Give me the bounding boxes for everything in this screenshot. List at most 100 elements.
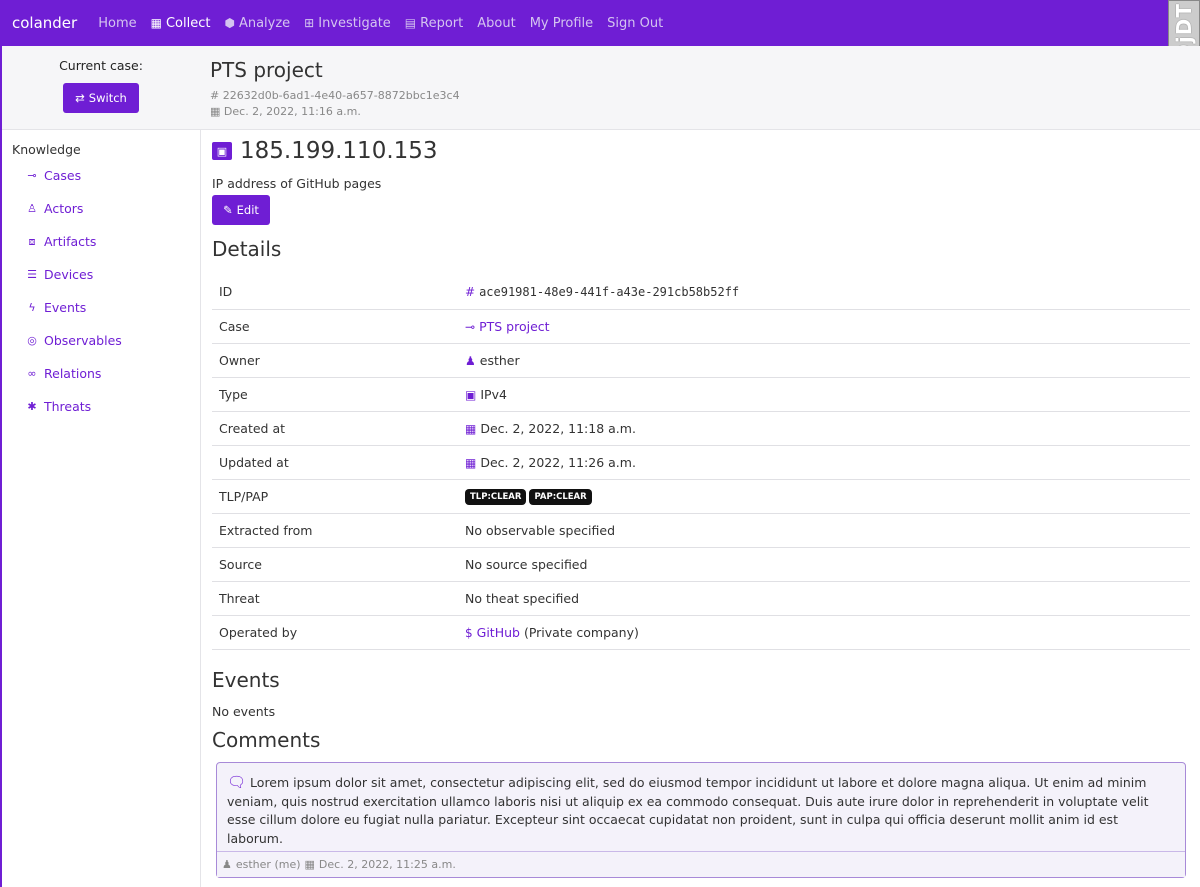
sidebar-item-actors[interactable]: ♙ Actors xyxy=(26,192,200,225)
details-heading: Details xyxy=(212,237,282,261)
sidebar-item-label: Artifacts xyxy=(44,234,97,249)
observable-id: ace91981-48e9-441f-a43e-291cb58b52ff xyxy=(479,285,740,300)
detail-value-source: No source specified xyxy=(458,547,1190,582)
table-row: Created at ▦ Dec. 2, 2022, 11:18 a.m. xyxy=(212,411,1190,446)
threat-icon: ✱ xyxy=(27,400,37,413)
nav-home-label: Home xyxy=(98,15,137,31)
comment-footer: ♟ esther (me) ▦ Dec. 2, 2022, 11:25 a.m. xyxy=(217,851,1185,877)
case-header: Current case: ⇄ Switch PTS project # 2263… xyxy=(2,46,1200,130)
table-row: Updated at ▦ Dec. 2, 2022, 11:26 a.m. xyxy=(212,445,1190,480)
hash-icon: # xyxy=(465,285,476,300)
detail-value-tlp: TLP:CLEAR PAP:CLEAR xyxy=(458,479,1190,514)
calendar-icon: ▦ xyxy=(465,421,477,436)
switch-case-button[interactable]: ⇄ Switch xyxy=(63,83,139,113)
sidebar-item-label: Observables xyxy=(44,333,122,348)
nav-signout-label: Sign Out xyxy=(607,15,664,31)
nav-report[interactable]: ▤ Report xyxy=(405,16,463,31)
table-row: Type ▣ IPv4 xyxy=(212,377,1190,412)
user-icon: ♟ xyxy=(465,353,476,368)
event-icon: ϟ xyxy=(28,301,36,314)
detail-key: Threat xyxy=(212,581,458,616)
nav-about-label: About xyxy=(477,15,516,31)
detail-value-operated: $ GitHub (Private company) xyxy=(458,615,1190,650)
edit-button[interactable]: ✎ Edit xyxy=(212,195,270,225)
cases-icon: ⊸ xyxy=(27,169,37,182)
hash-icon: # xyxy=(210,89,220,102)
case-id-row: # 22632d0b-6ad1-4e40-a657-8872bbc1e3c4 xyxy=(210,88,460,104)
nav-analyze[interactable]: ⬢ Analyze xyxy=(224,16,290,31)
dollar-icon: $ xyxy=(465,625,473,640)
case-meta: # 22632d0b-6ad1-4e40-a657-8872bbc1e3c4 ▦… xyxy=(210,88,460,120)
nav-about[interactable]: About xyxy=(477,16,515,31)
table-row: Case ⊸ PTS project xyxy=(212,309,1190,344)
cubes-icon: ⬢ xyxy=(224,16,235,30)
grid-icon: ▦ xyxy=(150,16,162,30)
sidebar-item-label: Relations xyxy=(44,366,102,381)
sidebar-item-threats[interactable]: ✱ Threats xyxy=(26,390,200,423)
sidebar-item-label: Cases xyxy=(44,168,82,183)
calendar-icon: ▦ xyxy=(304,858,315,871)
nav-investigate[interactable]: ⊞ Investigate xyxy=(304,16,391,31)
current-case-label: Current case: xyxy=(59,58,143,73)
sidebar: Knowledge ⊸ Cases ♙ Actors ⧈ Artifacts ☰ Dev… xyxy=(2,130,201,887)
nav-report-label: Report xyxy=(420,15,464,31)
sidebar-item-artifacts[interactable]: ⧈ Artifacts xyxy=(26,225,200,258)
table-row: Owner ♟ esther xyxy=(212,343,1190,378)
detail-key: Owner xyxy=(212,343,458,378)
edit-label: Edit xyxy=(236,203,259,217)
ip-address-icon: ▣ xyxy=(465,387,477,402)
main-content: ▣ 185.199.110.153 IP address of GitHub p… xyxy=(212,138,1190,650)
detail-key: Operated by xyxy=(212,615,458,650)
switch-icon: ⇄ xyxy=(75,91,85,105)
sidebar-item-observables[interactable]: ◎ Observables xyxy=(26,324,200,357)
nav-signout[interactable]: Sign Out xyxy=(607,16,663,31)
operator-name: GitHub xyxy=(476,624,520,640)
sidebar-heading: Knowledge xyxy=(12,142,81,157)
events-empty-text: No events xyxy=(212,704,276,719)
updated-date: Dec. 2, 2022, 11:26 a.m. xyxy=(480,454,636,470)
detail-value-owner: ♟ esther xyxy=(458,343,1190,378)
nav-profile[interactable]: My Profile xyxy=(530,16,593,31)
type-name: IPv4 xyxy=(480,386,507,402)
edit-icon: ✎ xyxy=(223,203,233,217)
details-table: ID # ace91981-48e9-441f-a43e-291cb58b52ff… xyxy=(212,275,1190,650)
detail-key: Updated at xyxy=(212,445,458,480)
calendar-icon: ▦ xyxy=(465,455,477,470)
sidebar-item-label: Threats xyxy=(44,399,92,414)
sidebar-item-events[interactable]: ϟ Events xyxy=(26,291,200,324)
nav-home[interactable]: Home xyxy=(98,16,136,31)
table-row: TLP/PAP TLP:CLEAR PAP:CLEAR xyxy=(212,479,1190,514)
sidebar-item-relations[interactable]: ∞ Relations xyxy=(26,357,200,390)
owner-name: esther xyxy=(479,352,520,368)
detail-value-created: ▦ Dec. 2, 2022, 11:18 a.m. xyxy=(458,411,1190,446)
brand-link[interactable]: colander xyxy=(12,14,77,32)
tlp-badge: TLP:CLEAR xyxy=(465,489,527,505)
comment-card: 🗨 Lorem ipsum dolor sit amet, consectetur… xyxy=(216,762,1186,878)
detail-value-id: # ace91981-48e9-441f-a43e-291cb58b52ff xyxy=(458,275,1190,310)
sidebar-item-devices[interactable]: ☰ Devices xyxy=(26,258,200,291)
nav-investigate-label: Investigate xyxy=(318,15,391,31)
case-date-row: ▦ Dec. 2, 2022, 11:16 a.m. xyxy=(210,104,460,120)
current-case-panel: Current case: ⇄ Switch xyxy=(2,46,200,130)
ip-address-icon: ▣ xyxy=(212,142,232,160)
detail-value-threat: No theat specified xyxy=(458,581,1190,616)
nav-collect[interactable]: ▦ Collect xyxy=(151,16,211,31)
case-date: Dec. 2, 2022, 11:16 a.m. xyxy=(223,105,361,118)
operator-link[interactable]: $ GitHub xyxy=(465,625,520,640)
nav-profile-label: My Profile xyxy=(529,15,594,31)
file-text-icon: ▤ xyxy=(404,16,417,30)
detail-key: TLP/PAP xyxy=(212,479,458,514)
detail-value-type: ▣ IPv4 xyxy=(458,377,1190,412)
artifact-icon: ⧈ xyxy=(28,234,36,248)
case-link[interactable]: ⊸ PTS project xyxy=(465,319,550,334)
user-icon: ♟ xyxy=(222,858,232,871)
sidebar-item-cases[interactable]: ⊸ Cases xyxy=(26,159,200,192)
detail-value-updated: ▦ Dec. 2, 2022, 11:26 a.m. xyxy=(458,445,1190,480)
observable-icon: ◎ xyxy=(27,334,37,347)
sitemap-icon: ⊞ xyxy=(304,16,315,30)
comment-author: esther (me) xyxy=(235,858,301,871)
detail-value-case: ⊸ PTS project xyxy=(458,309,1190,344)
device-icon: ☰ xyxy=(27,268,37,281)
comment-text: Lorem ipsum dolor sit amet, consectetur … xyxy=(227,775,1149,846)
relation-icon: ∞ xyxy=(27,367,37,380)
